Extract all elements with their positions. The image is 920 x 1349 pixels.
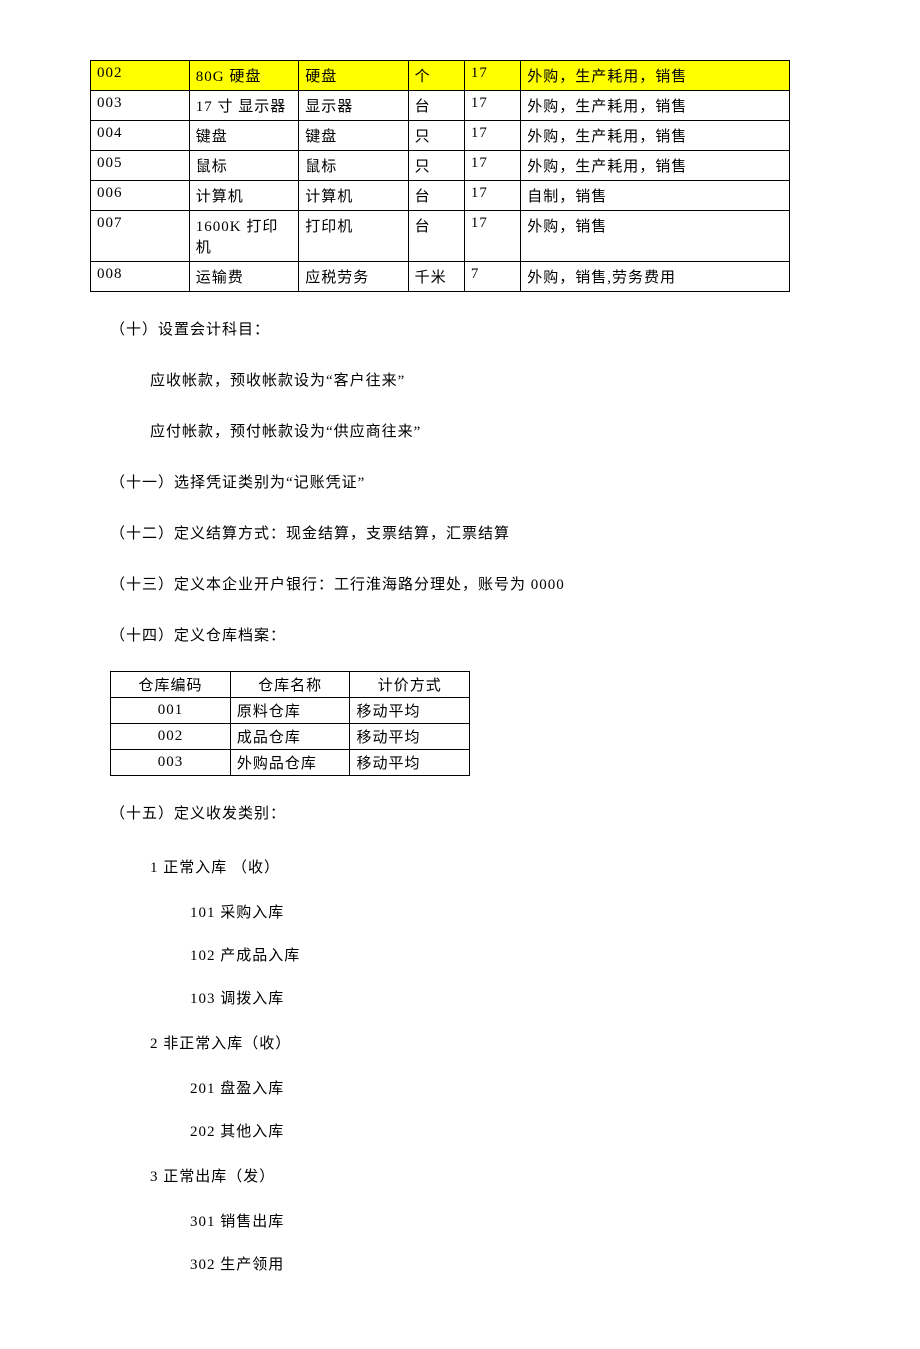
table-cell: 17: [464, 181, 520, 211]
table-row: 003外购品仓库移动平均: [111, 750, 470, 776]
category-item: 101 采购入库: [190, 894, 830, 933]
table-cell: 外购，生产耗用，销售: [521, 121, 790, 151]
section-14: （十四）定义仓库档案：: [110, 620, 830, 653]
table-cell: 计算机: [299, 181, 408, 211]
section-11: （十一）选择凭证类别为“记账凭证”: [110, 467, 830, 500]
table-cell: 外购，生产耗用，销售: [521, 91, 790, 121]
table-cell: 鼠标: [299, 151, 408, 181]
category-item: 301 销售出库: [190, 1203, 830, 1242]
table-cell: 002: [111, 724, 231, 750]
table-row: 001原料仓库移动平均: [111, 698, 470, 724]
table-cell: 台: [408, 181, 464, 211]
table-cell: 移动平均: [350, 698, 470, 724]
category-item: 302 生产领用: [190, 1246, 830, 1285]
table-cell: 003: [111, 750, 231, 776]
table-cell: 移动平均: [350, 724, 470, 750]
table-cell: 个: [408, 61, 464, 91]
table-cell: 千米: [408, 262, 464, 292]
table-cell: 外购，生产耗用，销售: [521, 61, 790, 91]
table-cell: 打印机: [299, 211, 408, 262]
table-cell: 17: [464, 151, 520, 181]
table-cell: 成品仓库: [230, 724, 350, 750]
table-cell: 键盘: [189, 121, 298, 151]
section-10-line-a: 应收帐款，预收帐款设为“客户往来”: [150, 365, 830, 398]
table-cell: 7: [464, 262, 520, 292]
section-10-line-b: 应付帐款，预付帐款设为“供应商往来”: [150, 416, 830, 449]
table-cell: 计算机: [189, 181, 298, 211]
table-cell: 外购，生产耗用，销售: [521, 151, 790, 181]
table-row: 008运输费应税劳务千米7外购，销售,劳务费用: [91, 262, 790, 292]
table-cell: 运输费: [189, 262, 298, 292]
category-item: 202 其他入库: [190, 1113, 830, 1152]
table-cell: 鼠标: [189, 151, 298, 181]
table-header-cell: 仓库编码: [111, 672, 231, 698]
table-cell: 外购，销售,劳务费用: [521, 262, 790, 292]
warehouse-table: 仓库编码仓库名称计价方式001原料仓库移动平均002成品仓库移动平均003外购品…: [110, 671, 470, 776]
table-cell: 008: [91, 262, 190, 292]
category-item: 103 调拨入库: [190, 980, 830, 1019]
table-row: 00317 寸 显示器显示器台17外购，生产耗用，销售: [91, 91, 790, 121]
table-cell: 001: [111, 698, 231, 724]
category-title: 3 正常出库（发）: [150, 1158, 830, 1197]
category-item: 102 产成品入库: [190, 937, 830, 976]
section-15: （十五）定义收发类别：: [110, 798, 830, 831]
table-cell: 台: [408, 211, 464, 262]
category-title: 2 非正常入库（收）: [150, 1025, 830, 1064]
table-cell: 原料仓库: [230, 698, 350, 724]
section-13: （十三）定义本企业开户银行：工行淮海路分理处，账号为 0000: [110, 569, 830, 602]
inventory-table: 00280G 硬盘硬盘个17外购，生产耗用，销售00317 寸 显示器显示器台1…: [90, 60, 790, 292]
table-cell: 台: [408, 91, 464, 121]
table-cell: 003: [91, 91, 190, 121]
table-cell: 17: [464, 91, 520, 121]
category-title: 1 正常入库 （收）: [150, 849, 830, 888]
table-cell: 17 寸 显示器: [189, 91, 298, 121]
table-cell: 006: [91, 181, 190, 211]
table-header-row: 仓库编码仓库名称计价方式: [111, 672, 470, 698]
table-cell: 外购，销售: [521, 211, 790, 262]
table-row: 00280G 硬盘硬盘个17外购，生产耗用，销售: [91, 61, 790, 91]
table-cell: 80G 硬盘: [189, 61, 298, 91]
table-cell: 17: [464, 211, 520, 262]
table-cell: 外购品仓库: [230, 750, 350, 776]
table-cell: 1600K 打印机: [189, 211, 298, 262]
table-header-cell: 计价方式: [350, 672, 470, 698]
table-row: 002成品仓库移动平均: [111, 724, 470, 750]
table-cell: 只: [408, 121, 464, 151]
table-cell: 只: [408, 151, 464, 181]
table-cell: 17: [464, 61, 520, 91]
table-cell: 应税劳务: [299, 262, 408, 292]
category-item: 201 盘盈入库: [190, 1070, 830, 1109]
table-row: 004键盘键盘只17外购，生产耗用，销售: [91, 121, 790, 151]
section-10-title: （十）设置会计科目：: [110, 314, 830, 347]
table-row: 0071600K 打印机打印机台17外购，销售: [91, 211, 790, 262]
table-cell: 002: [91, 61, 190, 91]
table-cell: 键盘: [299, 121, 408, 151]
table-cell: 004: [91, 121, 190, 151]
table-row: 006计算机计算机台17自制，销售: [91, 181, 790, 211]
table-cell: 硬盘: [299, 61, 408, 91]
table-cell: 移动平均: [350, 750, 470, 776]
table-cell: 自制，销售: [521, 181, 790, 211]
table-cell: 显示器: [299, 91, 408, 121]
table-row: 005鼠标鼠标只17外购，生产耗用，销售: [91, 151, 790, 181]
table-header-cell: 仓库名称: [230, 672, 350, 698]
table-cell: 007: [91, 211, 190, 262]
section-12: （十二）定义结算方式：现金结算，支票结算，汇票结算: [110, 518, 830, 551]
table-cell: 17: [464, 121, 520, 151]
table-cell: 005: [91, 151, 190, 181]
